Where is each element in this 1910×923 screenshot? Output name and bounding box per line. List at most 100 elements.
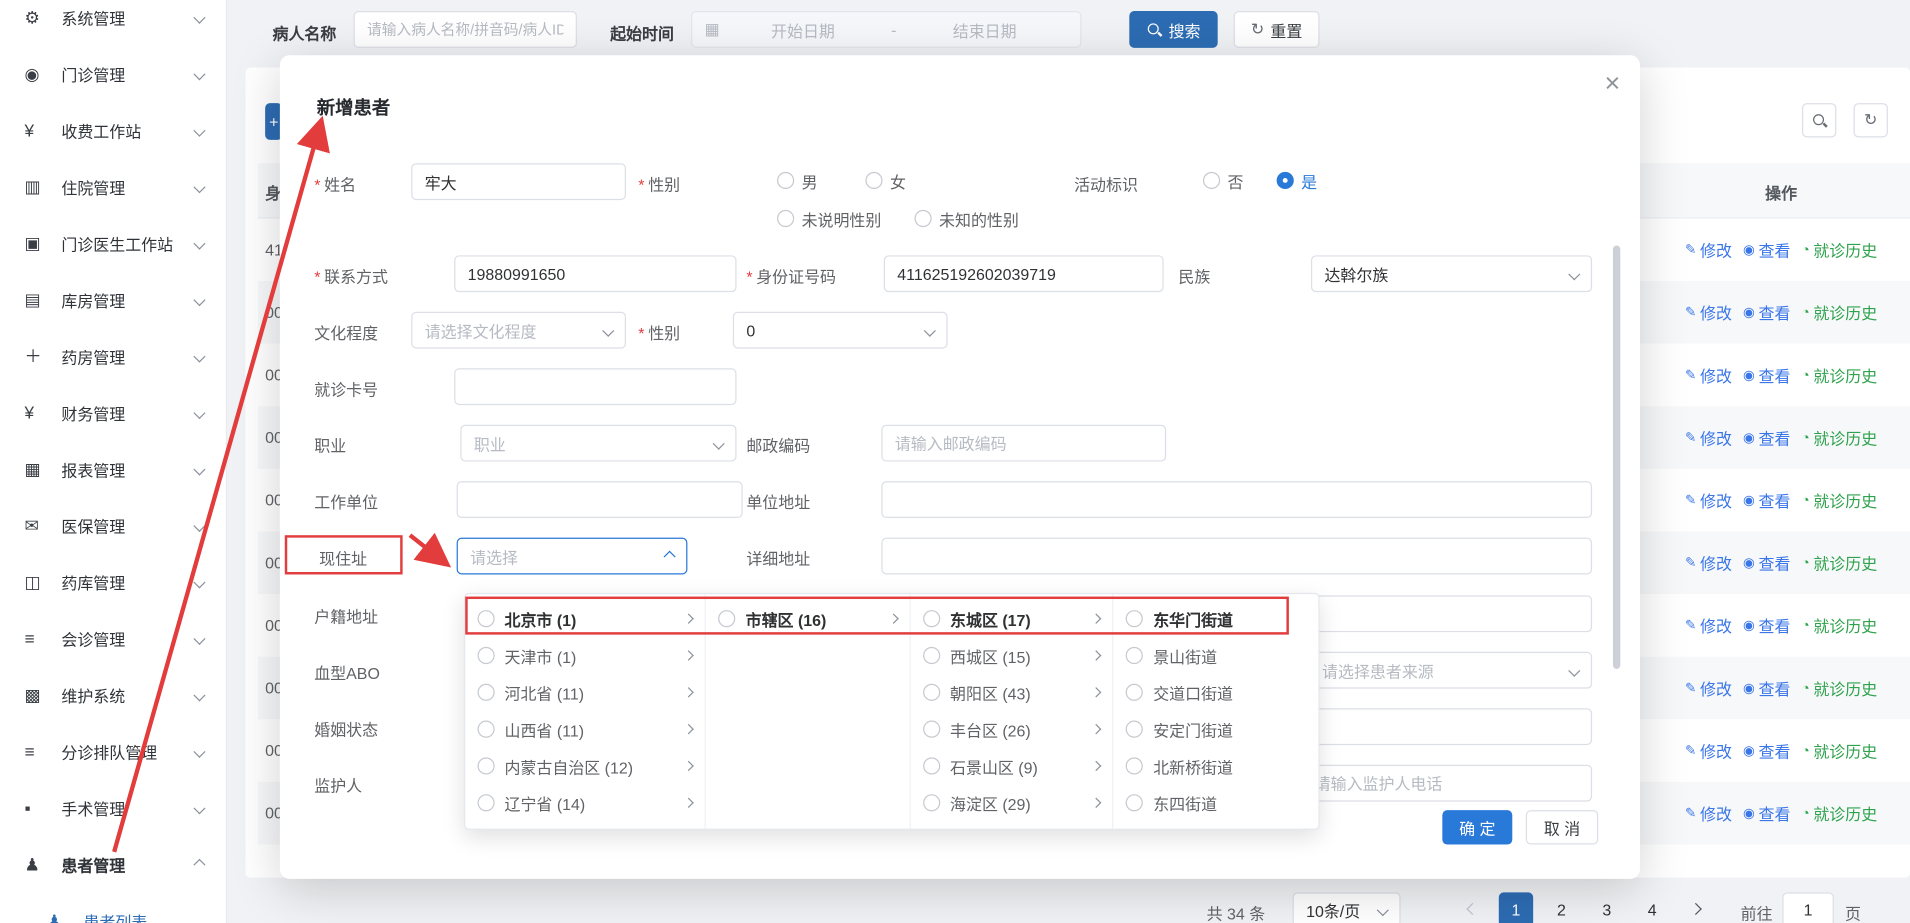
edit-link[interactable]: ✎修改 [1685,363,1732,386]
history-link[interactable]: ◔就诊历史 [1801,614,1877,637]
cascader-option-jingshan[interactable]: 景山街道 [1114,637,1318,674]
history-link[interactable]: ◔就诊历史 [1801,739,1877,762]
cancel-button[interactable]: 取 消 [1526,810,1598,844]
cascader-option-dongsi[interactable]: 东四街道 [1114,784,1318,821]
occupation-select[interactable]: 职业 [460,425,736,462]
page-button-2[interactable]: 2 [1544,892,1578,923]
modal-scrollbar[interactable] [1613,246,1620,669]
unit-address-input[interactable] [881,481,1592,518]
edit-link[interactable]: ✎修改 [1685,614,1732,637]
gender-radio-male[interactable]: 男 [777,169,818,191]
history-link[interactable]: ◔就诊历史 [1801,238,1877,261]
page-button-1[interactable]: 1 [1499,892,1533,923]
patient-name-input[interactable] [354,11,577,48]
gender-radio-unknown[interactable]: 未知的性别 [914,207,1018,229]
cascader-option-jiaodaokou[interactable]: 交道口街道 [1114,674,1318,711]
history-link[interactable]: ◔就诊历史 [1801,363,1877,386]
history-link[interactable]: ◔就诊历史 [1801,426,1877,449]
active-radio-no[interactable]: 否 [1203,169,1244,191]
edit-link[interactable]: ✎修改 [1685,426,1732,449]
cascader-option-chaoyang[interactable]: 朝阳区 (43) [911,674,1113,711]
gender-radio-female[interactable]: 女 [865,169,906,191]
view-link[interactable]: ◉查看 [1743,426,1790,449]
page-button-3[interactable]: 3 [1590,892,1624,923]
view-link[interactable]: ◉查看 [1743,676,1790,699]
sidebar-item-system[interactable]: ⚙系统管理 [0,0,226,45]
close-icon[interactable]: × [1605,68,1621,100]
name-input[interactable] [411,163,626,200]
gender2-select[interactable]: 0 [733,312,948,349]
end-date-placeholder[interactable]: 结束日期 [901,18,1068,41]
sidebar-item-finance[interactable]: ¥财务管理 [0,384,226,440]
next-page-button[interactable] [1690,903,1702,915]
page-button-4[interactable]: 4 [1635,892,1669,923]
cascader-option-donghuamen[interactable]: 东华门街道 [1114,600,1318,637]
cascader-option-beijing[interactable]: 北京市 (1) [465,600,705,637]
contact-input[interactable] [454,255,736,292]
cascader-option-neimenggu[interactable]: 内蒙古自治区 (12) [465,748,705,785]
edit-link[interactable]: ✎修改 [1685,238,1732,261]
sidebar-item-maintenance[interactable]: ▩维护系统 [0,667,226,723]
goto-page-input[interactable] [1782,892,1834,923]
start-date-placeholder[interactable]: 开始日期 [720,18,887,41]
view-link[interactable]: ◉查看 [1743,301,1790,324]
cascader-option-fengtai[interactable]: 丰台区 (26) [911,711,1113,748]
ethnicity-select[interactable]: 达斡尔族 [1311,255,1592,292]
sidebar-item-surgery[interactable]: ▪手术管理 [0,779,226,835]
education-select[interactable]: 请选择文化程度 [411,312,626,349]
sidebar-item-consultation[interactable]: ≡会诊管理 [0,610,226,666]
view-link[interactable]: ◉查看 [1743,614,1790,637]
page-size-select[interactable]: 10条/页 [1293,892,1401,923]
cascader-option-haidian[interactable]: 海淀区 (29) [911,784,1113,821]
view-link[interactable]: ◉查看 [1743,802,1790,825]
sidebar-item-pharmacy[interactable]: ＋药房管理 [0,328,226,384]
patient-source-select[interactable]: 请选择患者来源 [1309,652,1593,689]
current-address-cascader[interactable]: 请选择 [457,538,688,575]
cascader-option-andingmen[interactable]: 安定门街道 [1114,711,1318,748]
cascader-option-liaoning[interactable]: 辽宁省 (14) [465,784,705,821]
cascader-option-xicheng[interactable]: 西城区 (15) [911,637,1113,674]
reset-button[interactable]: ↻ 重置 [1234,11,1320,48]
cascader-option-beixinqiao[interactable]: 北新桥街道 [1114,748,1318,785]
view-link[interactable]: ◉查看 [1743,739,1790,762]
search-button[interactable]: 搜索 [1129,11,1217,48]
cascader-option-hebei[interactable]: 河北省 (11) [465,674,705,711]
sidebar-item-report[interactable]: ▦报表管理 [0,441,226,497]
date-range-picker[interactable]: ▦ 开始日期 - 结束日期 [691,11,1081,48]
view-link[interactable]: ◉查看 [1743,489,1790,512]
marital-row-input[interactable] [1299,708,1592,745]
id-number-input[interactable] [884,255,1164,292]
view-link[interactable]: ◉查看 [1743,363,1790,386]
active-radio-yes[interactable]: 是 [1277,169,1318,191]
edit-link[interactable]: ✎修改 [1685,551,1732,574]
cascader-option-shixiaqu[interactable]: 市辖区 (16) [706,600,909,637]
view-link[interactable]: ◉查看 [1743,238,1790,261]
prev-page-button[interactable] [1466,903,1478,915]
table-refresh-icon-button[interactable]: ↻ [1854,103,1888,137]
cascader-option-shijingshan[interactable]: 石景山区 (9) [911,748,1113,785]
work-unit-input[interactable] [457,481,743,518]
postal-code-input[interactable] [881,425,1166,462]
detail-address-input[interactable] [881,538,1592,575]
sidebar-item-patient-management[interactable]: ♟患者管理 [0,836,226,892]
gender-radio-unstated[interactable]: 未说明性别 [777,207,881,229]
edit-link[interactable]: ✎修改 [1685,802,1732,825]
sidebar-item-insurance[interactable]: ✉医保管理 [0,497,226,553]
history-link[interactable]: ◔就诊历史 [1801,676,1877,699]
view-link[interactable]: ◉查看 [1743,551,1790,574]
history-link[interactable]: ◔就诊历史 [1801,802,1877,825]
history-link[interactable]: ◔就诊历史 [1801,301,1877,324]
cascader-option-dongcheng[interactable]: 东城区 (17) [911,600,1113,637]
sidebar-item-warehouse[interactable]: ▤库房管理 [0,271,226,327]
sidebar-item-charging[interactable]: ¥收费工作站 [0,102,226,158]
card-number-input[interactable] [454,368,736,405]
history-link[interactable]: ◔就诊历史 [1801,551,1877,574]
guardian-phone-input[interactable] [1301,765,1592,802]
sidebar-item-outpatient[interactable]: ◉门诊管理 [0,45,226,101]
history-link[interactable]: ◔就诊历史 [1801,489,1877,512]
confirm-button[interactable]: 确 定 [1442,810,1512,844]
cascader-option-shanxi[interactable]: 山西省 (11) [465,711,705,748]
sidebar-item-triage-queue[interactable]: ≡分诊排队管理 [0,723,226,779]
sidebar-item-drugstore[interactable]: ◫药库管理 [0,554,226,610]
cascader-option-tianjin[interactable]: 天津市 (1) [465,637,705,674]
